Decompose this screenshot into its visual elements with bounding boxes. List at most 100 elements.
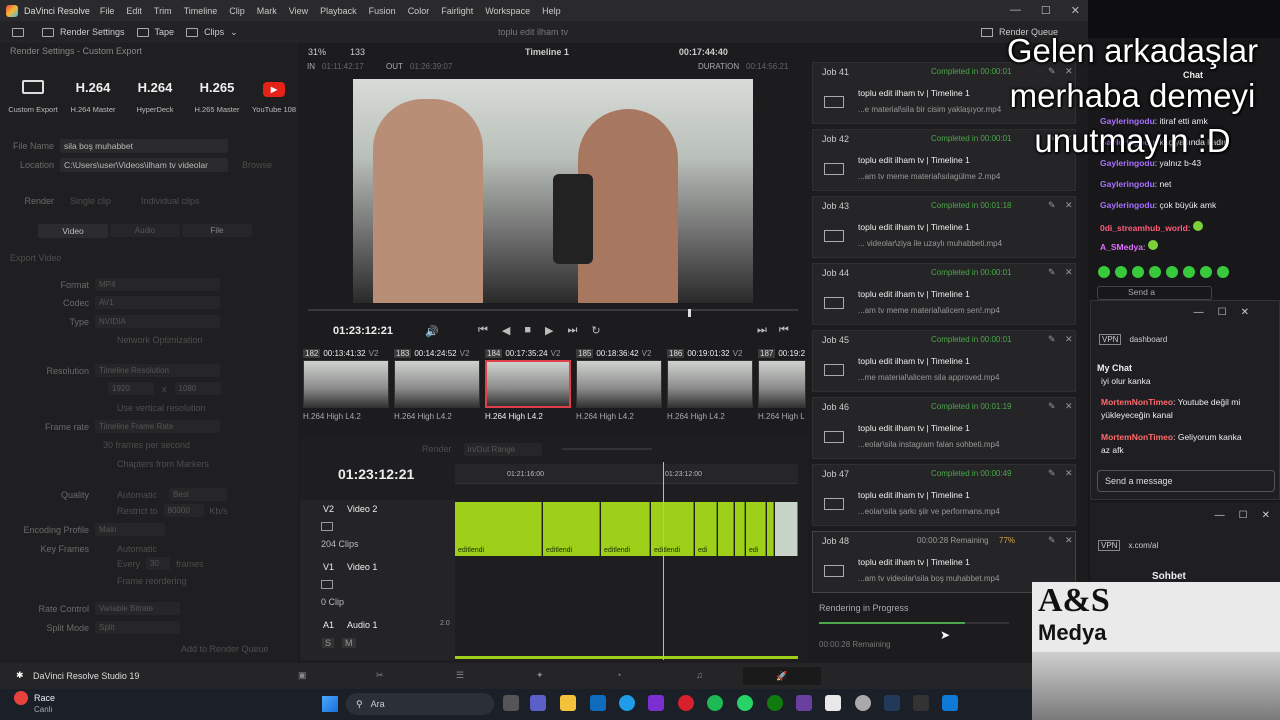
clip-thumb-185[interactable]: 185 00:18:36:42 V2 H.264 High L4.2 (576, 346, 662, 421)
vpn-icon[interactable]: VPN (1098, 540, 1121, 551)
keyframes-auto-radio[interactable]: Automatic (117, 544, 157, 554)
chapters-check[interactable]: Chapters from Markers (0, 455, 298, 472)
color-page-icon[interactable]: ◔ (616, 670, 621, 680)
menu-clip[interactable]: Clip (229, 6, 245, 16)
edit-page-icon[interactable]: ☰ (456, 670, 464, 681)
split-mode-select[interactable]: Split (95, 621, 180, 634)
close-icon[interactable]: ✕ (1065, 200, 1073, 211)
vpn-icon[interactable]: VPN (1099, 334, 1122, 345)
playhead[interactable] (663, 462, 664, 660)
type-select[interactable]: NVIDIA (95, 315, 220, 328)
individual-clips-radio[interactable]: Individual clips (141, 196, 200, 206)
send-message-input[interactable]: Send a message (1097, 470, 1275, 492)
timeline-clip[interactable]: edi (746, 502, 766, 556)
tab-file[interactable]: File (182, 224, 252, 237)
edit-icon[interactable]: ✎ (1048, 334, 1056, 345)
edit-icon[interactable]: ✎ (1048, 468, 1056, 479)
panel-toggle-icon[interactable] (12, 27, 24, 37)
menu-playback[interactable]: Playback (320, 6, 357, 16)
timeline-name[interactable]: Timeline 1 (525, 47, 569, 57)
menu-workspace[interactable]: Workspace (485, 6, 530, 16)
close-icon[interactable]: ✕ (1065, 401, 1073, 412)
menu-timeline[interactable]: Timeline (184, 6, 218, 16)
render-range-select[interactable]: In/Out Range (463, 442, 542, 456)
export-video-check[interactable]: Export Video (0, 249, 298, 266)
taskbar-search[interactable]: ⚲ Ara (346, 693, 494, 715)
quality-best-select[interactable]: Best (169, 488, 228, 501)
minimize-icon[interactable]: — (1215, 510, 1225, 521)
app-icon[interactable] (825, 695, 841, 711)
menu-edit[interactable]: Edit (126, 6, 142, 16)
play-icon[interactable]: ▶ (545, 324, 553, 337)
menu-view[interactable]: View (289, 6, 308, 16)
minimize-icon[interactable]: — (1010, 4, 1021, 17)
maximize-icon[interactable]: ☐ (1239, 510, 1248, 521)
resolution-select[interactable]: Timeline Resolution (95, 364, 220, 377)
close-icon[interactable]: ✕ (1065, 334, 1073, 345)
render-job[interactable]: Job 43 Completed in 00:01:18 ✎ ✕ toplu ed… (812, 196, 1076, 258)
deliver-page-icon[interactable]: 🚀 (743, 667, 821, 685)
render-job[interactable]: Job 45 Completed in 00:00:01 ✎ ✕ toplu ed… (812, 330, 1076, 392)
menu-color[interactable]: Color (408, 6, 430, 16)
vertical-resolution-check[interactable]: Use vertical resolution (0, 399, 298, 416)
preset-hyperdeck[interactable]: H.264 HyperDeck (126, 80, 184, 114)
edit-icon[interactable]: ✎ (1048, 401, 1056, 412)
emote-icon[interactable] (1183, 266, 1195, 278)
timeline-clip[interactable]: editlendi (455, 502, 542, 556)
network-optimization-check[interactable]: Network Optimization (0, 331, 298, 348)
loop-icon[interactable]: ↻ (591, 324, 600, 337)
track-lock-icon[interactable] (321, 580, 333, 589)
single-clip-radio[interactable]: Single clip (70, 196, 111, 206)
emote-icon[interactable] (1217, 266, 1229, 278)
track-lock-icon[interactable] (321, 522, 333, 531)
menu-fairlight[interactable]: Fairlight (441, 6, 473, 16)
edit-icon[interactable]: ✎ (1048, 535, 1056, 546)
volume-icon[interactable]: 🔊 (425, 325, 439, 338)
preset-youtube[interactable]: ▶ YouTube 108 (250, 80, 298, 114)
menu-file[interactable]: File (100, 6, 115, 16)
preset-h265-master[interactable]: H.265 H.265 Master (188, 80, 246, 114)
whatsapp-icon[interactable] (737, 695, 753, 711)
step-back-icon[interactable]: ◀ (502, 324, 510, 337)
clip-thumb-186[interactable]: 186 00:19:01:32 V2 H.264 High L4.2 (667, 346, 753, 421)
close-icon[interactable]: ✕ (1262, 510, 1270, 521)
emote-icon[interactable] (1098, 266, 1110, 278)
obs-icon[interactable] (855, 695, 871, 711)
minimize-icon[interactable]: — (1194, 307, 1204, 318)
encoding-profile-select[interactable]: Main (95, 523, 165, 536)
clip-thumb-183[interactable]: 183 00:14:24:52 V2 H.264 High L4.2 (394, 346, 480, 421)
viewer-scrubber[interactable] (308, 309, 798, 311)
timeline-clip[interactable] (735, 502, 745, 556)
fairlight-page-icon[interactable]: ♫ (696, 670, 703, 680)
opera-icon[interactable] (678, 695, 694, 711)
timeline-clip[interactable]: editlendi (543, 502, 600, 556)
restrict-radio[interactable]: Restrict to (117, 506, 158, 516)
clips-tab[interactable]: Clips ⌄ (186, 27, 238, 38)
teams-icon[interactable] (530, 695, 546, 711)
emote-icon[interactable] (1200, 266, 1212, 278)
chat-user[interactable]: Gayleringodu (1100, 200, 1155, 210)
tape-tab[interactable]: Tape (136, 27, 174, 37)
every-radio[interactable]: Every (117, 559, 140, 569)
menu-fusion[interactable]: Fusion (369, 6, 396, 16)
edge-icon[interactable] (619, 695, 635, 711)
davinci-taskbar-icon[interactable] (884, 695, 900, 711)
maximize-icon[interactable]: ☐ (1218, 307, 1227, 318)
chat-user[interactable]: MortemNonTimeo (1101, 432, 1173, 442)
notepad-icon[interactable] (942, 695, 958, 711)
preset-h264-master[interactable]: H.264 H.264 Master (64, 80, 122, 114)
codec-select[interactable]: AV1 (95, 296, 220, 309)
clip-thumb-182[interactable]: 182 00:13:41:32 V2 H.264 High L4.2 (303, 346, 389, 421)
file-name-field[interactable]: sila boş muhabbet (60, 138, 228, 153)
prev-clip-icon[interactable]: ⏮ (779, 324, 789, 337)
timeline-clip[interactable]: editlendi (651, 502, 694, 556)
tab-audio[interactable]: Audio (110, 224, 180, 237)
frame-rate-select[interactable]: Timeline Frame Rate (95, 420, 220, 433)
close-icon[interactable]: ✕ (1065, 468, 1073, 479)
edit-icon[interactable]: ✎ (1048, 200, 1056, 211)
add-to-render-queue-button[interactable]: Add to Render Queue (181, 644, 269, 654)
chat-user[interactable]: 0di_streamhub_world (1100, 223, 1188, 233)
render-settings-tab[interactable]: Render Settings (42, 27, 125, 37)
preset-custom-export[interactable]: Custom Export (4, 80, 62, 114)
outlook-icon[interactable] (590, 695, 606, 711)
